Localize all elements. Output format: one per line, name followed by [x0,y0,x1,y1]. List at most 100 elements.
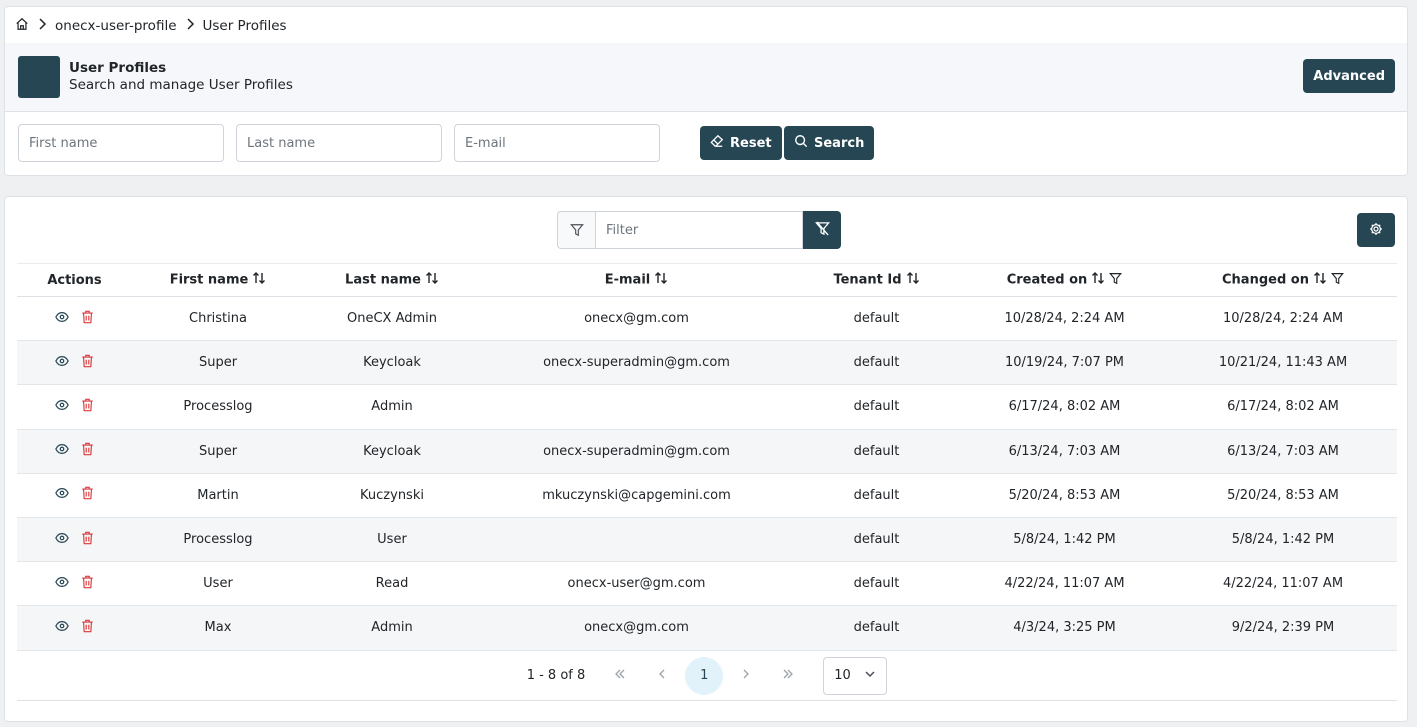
cell-tenant-id: default [793,296,960,342]
sort-icon[interactable] [252,271,266,289]
first-page-button[interactable] [601,657,639,695]
column-header-tenant-id[interactable]: Tenant Id [793,263,960,297]
paginator-info: 1 - 8 of 8 [526,668,586,683]
cell-last-name: Read [304,561,480,607]
delete-icon[interactable] [81,575,94,593]
cell-last-name: Admin [304,605,480,651]
delete-icon[interactable] [81,486,94,504]
cell-changed-on: 5/20/24, 8:53 AM [1169,473,1397,518]
delete-icon[interactable] [81,531,94,549]
breadcrumb-app-link[interactable]: onecx-user-profile [55,18,177,34]
view-icon[interactable] [55,575,69,593]
cell-changed-on: 5/8/24, 1:42 PM [1169,517,1397,563]
view-icon[interactable] [55,310,69,328]
cell-created-on: 6/13/24, 7:03 AM [960,429,1169,474]
page-1-button[interactable]: 1 [685,656,724,695]
table-filter [557,211,841,249]
cell-email: onecx-superadmin@gm.com [480,340,793,386]
view-icon[interactable] [55,354,69,372]
cell-created-on: 5/8/24, 1:42 PM [960,517,1169,563]
view-icon[interactable] [55,486,69,504]
cell-first-name: Martin [132,473,304,518]
search-button[interactable]: Search [784,126,875,160]
cell-first-name: Processlog [132,517,304,563]
cell-last-name: Kuczynski [304,473,480,518]
delete-icon[interactable] [81,619,94,637]
table-body: Christina OneCX Admin onecx@gm.com default 1… [17,296,1397,651]
last-page-button[interactable] [769,657,807,695]
column-header-changed-on[interactable]: Changed on [1169,263,1397,297]
chevron-left-icon [656,668,668,684]
page-subtitle: Search and manage User Profiles [69,77,293,93]
cell-first-name: Processlog [132,384,304,430]
sort-icon[interactable] [906,271,920,289]
cell-changed-on: 6/17/24, 8:02 AM [1169,384,1397,430]
column-header-first-name[interactable]: First name [132,263,304,297]
cell-last-name: Keycloak [304,340,480,386]
sort-icon[interactable] [1091,271,1105,289]
search-label: Search [814,135,865,151]
search-card: onecx-user-profile User Profiles User Pr… [4,6,1408,176]
cell-changed-on: 9/2/24, 2:39 PM [1169,605,1397,651]
cell-first-name: User [132,561,304,607]
column-filter-icon[interactable] [1109,272,1123,289]
table-row[interactable]: Christina OneCX Admin onecx@gm.com default 1… [17,296,1397,342]
view-icon[interactable] [55,619,69,637]
column-settings-button[interactable] [1357,213,1395,247]
eraser-icon [710,134,724,152]
email-input[interactable] [454,124,660,162]
advanced-button[interactable]: Advanced [1303,59,1395,93]
view-icon[interactable] [55,398,69,416]
cell-first-name: Super [132,429,304,474]
view-icon[interactable] [55,442,69,460]
reset-button[interactable]: Reset [700,126,782,160]
chevron-right-icon [740,668,752,684]
cell-tenant-id: default [793,473,960,518]
table-row[interactable]: Max Admin onecx@gm.com default 4/3/24, 3:25 … [17,605,1397,651]
column-header-email[interactable]: E-mail [480,263,793,297]
page-header-logo [18,56,60,98]
table-row[interactable]: User Read onecx-user@gm.com default 4/22/24,… [17,561,1397,607]
row-actions [17,561,132,607]
row-actions [17,340,132,386]
cell-email: mkuczynski@capgemini.com [480,473,793,518]
chevrons-right-icon [782,668,794,684]
first-name-input[interactable] [18,124,224,162]
column-header-created-on[interactable]: Created on [960,263,1169,297]
table-row[interactable]: Super Keycloak onecx-superadmin@gm.com defa… [17,340,1397,386]
cell-first-name: Christina [132,296,304,342]
delete-icon[interactable] [81,310,94,328]
breadcrumb: onecx-user-profile User Profiles [15,16,287,36]
cell-tenant-id: default [793,384,960,430]
cell-email [480,384,793,430]
table-row[interactable]: Super Keycloak onecx-superadmin@gm.com defa… [17,429,1397,474]
row-actions [17,296,132,342]
cell-tenant-id: default [793,561,960,607]
view-icon[interactable] [55,531,69,549]
table-row[interactable]: Martin Kuczynski mkuczynski@capgemini.com d… [17,473,1397,518]
column-header-actions: Actions [17,263,132,297]
row-actions [17,517,132,563]
rows-per-page-dropdown[interactable]: 10 [823,656,888,695]
table-row[interactable]: Processlog Admin default 6/17/24, 8:02 AM 6/… [17,384,1397,430]
delete-icon[interactable] [81,398,94,416]
last-name-input[interactable] [236,124,442,162]
cell-changed-on: 10/28/24, 2:24 AM [1169,296,1397,342]
sort-icon[interactable] [1313,271,1327,289]
cell-tenant-id: default [793,605,960,651]
delete-icon[interactable] [81,442,94,460]
previous-page-button[interactable] [643,657,681,695]
cell-created-on: 6/17/24, 8:02 AM [960,384,1169,430]
home-icon[interactable] [15,17,29,35]
sort-icon[interactable] [425,271,439,289]
table-row[interactable]: Processlog User default 5/8/24, 1:42 PM 5/8/… [17,517,1397,563]
table-filter-input[interactable] [595,211,803,249]
sort-icon[interactable] [654,271,668,289]
next-page-button[interactable] [727,657,765,695]
clear-filter-button[interactable] [803,211,841,249]
cell-tenant-id: default [793,429,960,474]
column-header-last-name[interactable]: Last name [304,263,480,297]
column-filter-icon[interactable] [1330,272,1344,289]
delete-icon[interactable] [81,354,94,372]
table-header-row: Actions First name Last name E-mail Tena… [17,263,1397,297]
